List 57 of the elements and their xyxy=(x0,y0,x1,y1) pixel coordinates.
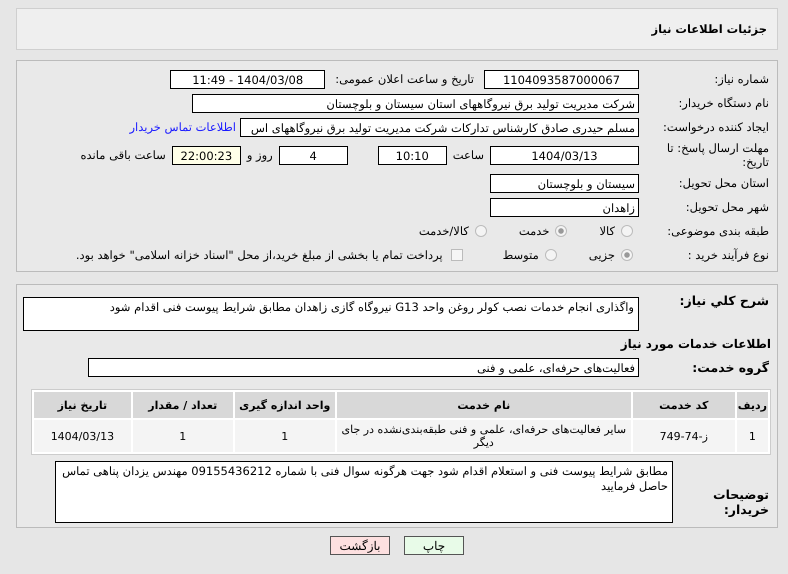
radio-button[interactable] xyxy=(474,225,487,237)
column-header: نام خدمت xyxy=(336,392,631,418)
table-cell: ز-74-749 xyxy=(632,420,735,452)
field-label: شهر محل تحویل: xyxy=(684,200,770,214)
radio-button[interactable] xyxy=(555,225,568,237)
radio-label: متوسط xyxy=(502,248,539,262)
time-label: ساعت xyxy=(452,148,485,162)
section-heading: اطلاعات خدمات مورد نیاز xyxy=(619,336,772,353)
city-field: زاهدان xyxy=(490,198,639,216)
description-box: واگذاری انجام خدمات نصب کولر روغن واحد G13 نیروگاه گازی زاهدان مطابق شرایط پیوست فنی اقدام شود xyxy=(23,297,639,331)
radio-button[interactable] xyxy=(544,249,557,261)
column-header: واحد اندازه گیری xyxy=(234,392,335,418)
buyer-notes-box: مطابق شرایط پیوست فنی و استعلام اقدام شود جهت هرگونه سوال فنی با شماره 09155436212 مهندس یزدان پناهی تماس حاصل فرمایید xyxy=(55,461,673,523)
announce-date-field: 1404/03/08 - 11:49 xyxy=(170,70,326,88)
service-group-field: فعالیت‌های حرفه‌ای، علمی و فنی xyxy=(88,358,639,376)
field-label: استان محل تحویل: xyxy=(678,176,770,190)
deadline-time-field: 10:10 xyxy=(378,146,447,164)
field-label: توضیحات خریدار: xyxy=(712,486,770,517)
column-header: تاریخ نیاز xyxy=(34,392,131,418)
print-button[interactable]: چاپ xyxy=(404,536,464,555)
table-cell: 1404/03/13 xyxy=(34,420,131,452)
field-label: نام دستگاه خریدار: xyxy=(677,96,770,110)
radio-button[interactable] xyxy=(621,249,633,261)
deadline-date-field: 1404/03/13 xyxy=(490,146,639,164)
days-field: 4 xyxy=(278,146,348,164)
province-field: سیستان و بلوچستان xyxy=(490,174,639,192)
field-label: نوع فرآیند خرید : xyxy=(686,248,770,262)
checkbox-label: پرداخت تمام یا بخشی از مبلغ خرید،از محل "اسناد خزانه اسلامی" خواهد بود. xyxy=(76,248,443,262)
field-label: طبقه بندی موضوعی: xyxy=(666,224,770,238)
remaining-label: ساعت باقی مانده xyxy=(80,148,167,162)
field-label: گروه خدمت: xyxy=(691,360,770,374)
radio-label: کالا xyxy=(599,224,615,238)
table-cell: سایر فعالیت‌های حرفه‌ای، علمی و فنی طبقه‌بندی‌نشده در جای دیگر xyxy=(336,420,631,452)
table-cell: 1 xyxy=(736,420,768,452)
page-title: جزئیات اطلاعات نیاز xyxy=(651,22,767,36)
radio-label: خدمت xyxy=(518,224,550,238)
creator-field: مسلم حیدری صادق کارشناس تدارکات شرکت مدیریت تولید برق نیروگاههای اس xyxy=(240,118,639,136)
radio-label: جزیی xyxy=(588,248,615,262)
field-label: تاریخ و ساعت اعلان عمومی: xyxy=(334,72,475,86)
table-cell: 1 xyxy=(132,420,233,452)
buyer-contact-link[interactable]: اطلاعات تماس خریدار xyxy=(129,120,236,134)
radio-button[interactable] xyxy=(621,225,633,237)
remaining-time-field: 22:00:23 xyxy=(172,146,241,164)
field-label: شرح کلي نیاز: xyxy=(678,293,770,308)
field-label: ایجاد کننده درخواست: xyxy=(662,120,770,134)
radio-label: کالا/خدمت xyxy=(418,224,469,238)
column-header: تعداد / مقدار xyxy=(132,392,233,418)
field-label: مهلت ارسال پاسخ: تا تاریخ: xyxy=(666,141,770,169)
buyer-field: شرکت مدیریت تولید برق نیروگاههای استان سیستان و بلوچستان xyxy=(192,94,639,112)
checkbox[interactable] xyxy=(450,249,463,261)
column-header: ردیف xyxy=(736,392,768,418)
field-label: شماره نیاز: xyxy=(713,72,770,86)
column-header: کد خدمت xyxy=(632,392,735,418)
table-cell: 1 xyxy=(234,420,335,452)
back-button[interactable]: بازگشت xyxy=(330,536,390,555)
need-number-field: 1104093587000067 xyxy=(484,70,639,88)
days-label: روز و xyxy=(245,148,274,162)
